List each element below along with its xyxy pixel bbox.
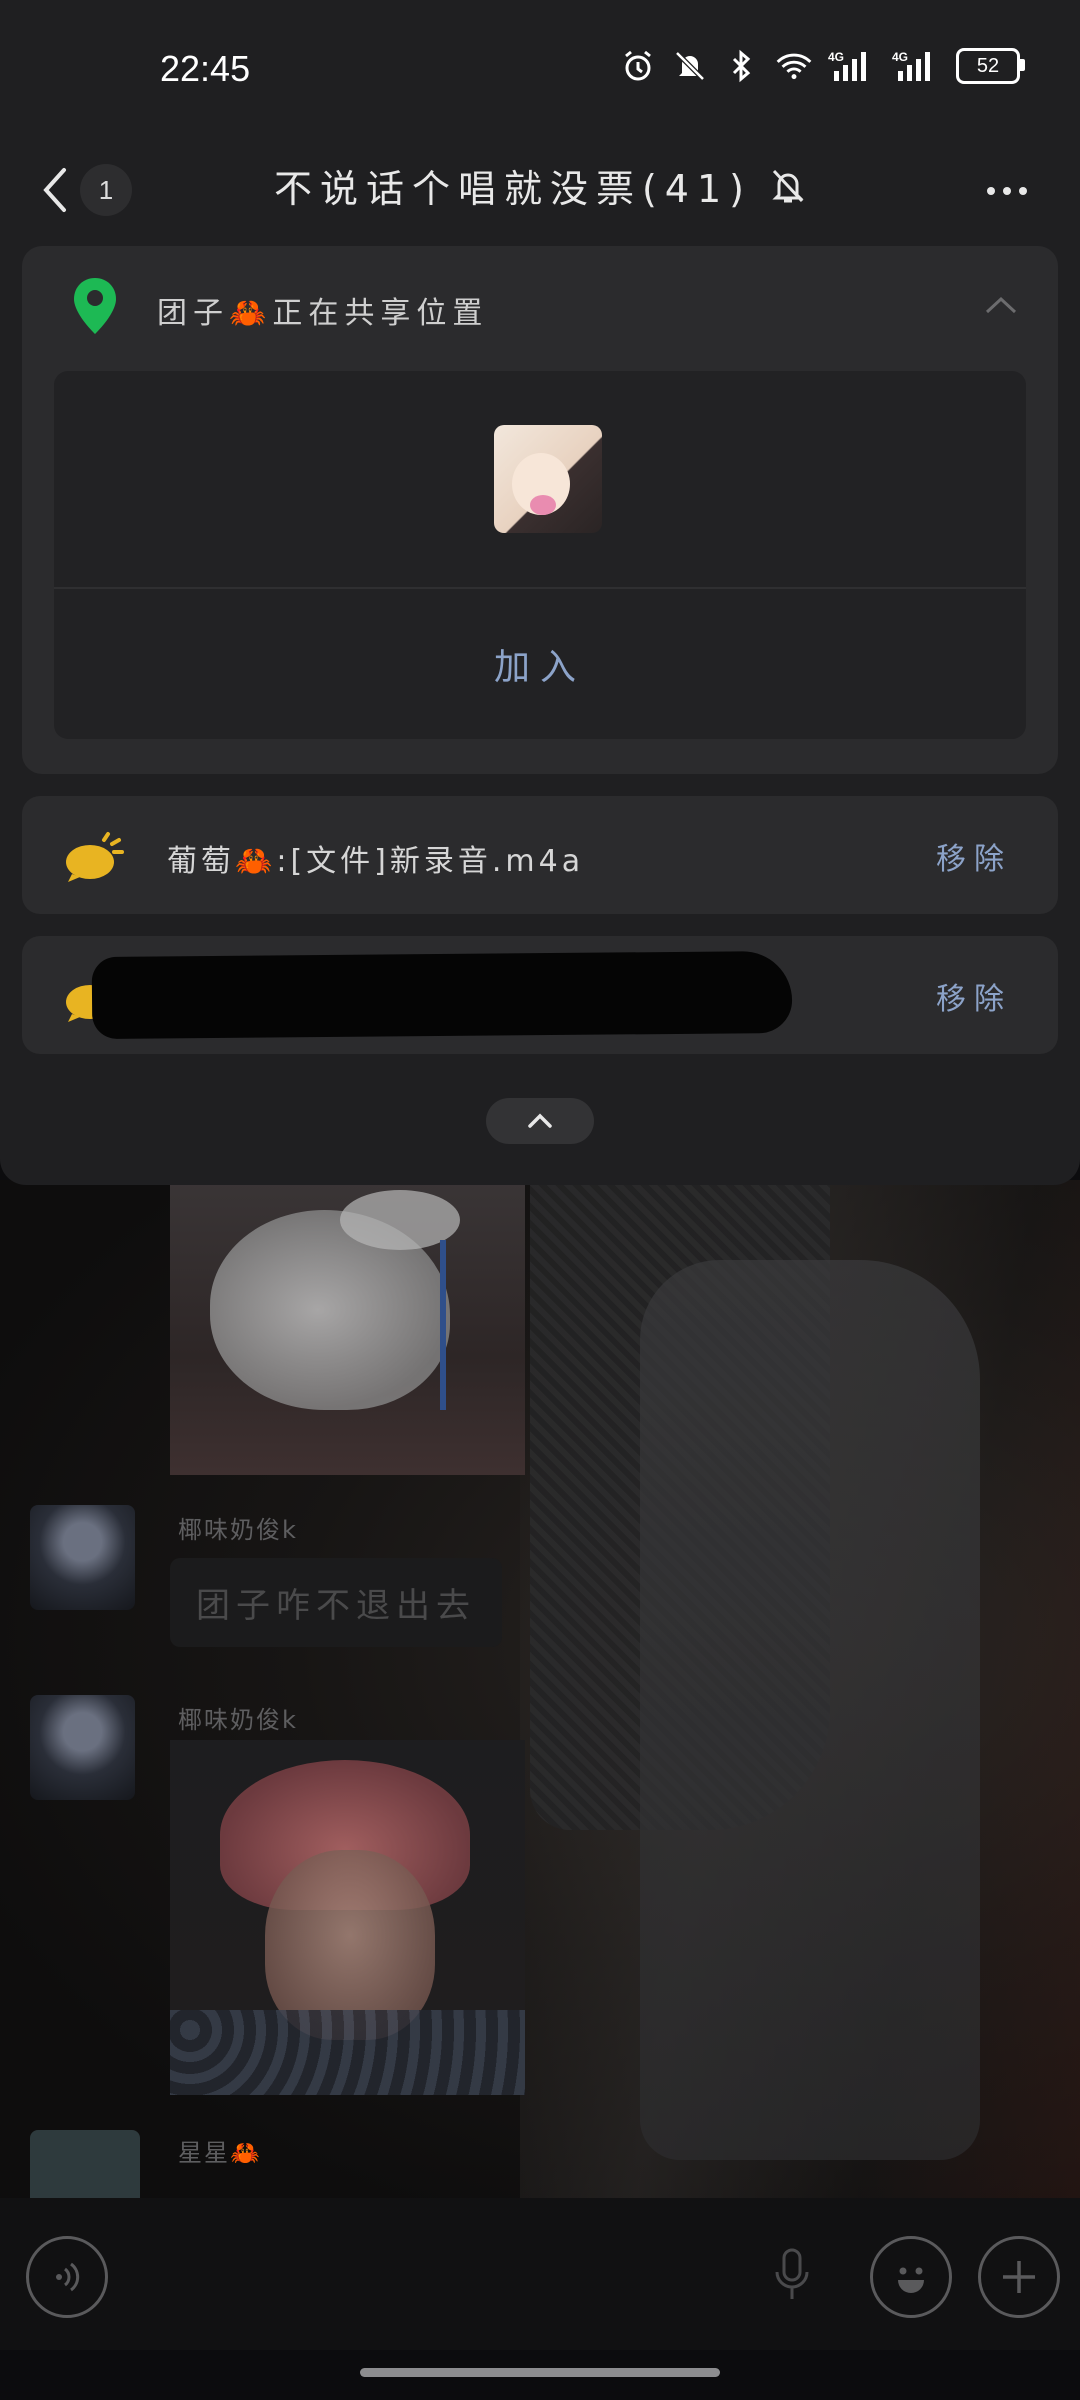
redaction-mark xyxy=(91,950,793,1040)
sender-avatar[interactable] xyxy=(30,2130,140,2200)
image-decoration xyxy=(440,1240,446,1410)
signal-4g-icon: 4G xyxy=(828,48,876,84)
sender-avatar[interactable] xyxy=(30,1505,135,1610)
remove-notice-button[interactable]: 移除 xyxy=(936,834,1012,878)
sender-name: 椰味奶俊k xyxy=(178,1516,298,1544)
chevron-up-icon xyxy=(528,1113,552,1128)
signal-4g-icon: 4G xyxy=(892,48,940,84)
text-message-bubble[interactable]: 团子咋不退出去 xyxy=(170,1558,502,1647)
image-message-rabbit[interactable] xyxy=(170,1180,525,1475)
remove-notice-button[interactable]: 移除 xyxy=(936,974,1012,1018)
location-share-text: 团子🦀正在共享位置 xyxy=(157,296,489,331)
sender-name: 星星🦀 xyxy=(178,2139,262,2167)
notice-text: 葡萄🦀:[文件]新录音.m4a xyxy=(167,844,585,879)
add-more-button[interactable] xyxy=(978,2236,1060,2318)
more-dot xyxy=(1019,187,1027,195)
home-indicator[interactable] xyxy=(360,2368,720,2377)
smiley-icon xyxy=(898,2267,924,2293)
chat-background: 椰味奶俊k 团子咋不退出去 椰味奶俊k 星星🦀 xyxy=(0,1180,1080,2200)
network-label: 4G xyxy=(828,50,844,64)
location-share-body: 加入 xyxy=(54,371,1026,739)
network-label: 4G xyxy=(892,50,908,64)
location-share-card: 团子🦀正在共享位置 加入 xyxy=(22,246,1058,774)
mute-icon xyxy=(672,48,708,84)
bell-off-icon xyxy=(772,169,804,202)
avatar-donut-shape xyxy=(530,495,556,515)
sender-avatar[interactable] xyxy=(30,1695,135,1800)
more-options-button[interactable] xyxy=(972,166,1042,216)
more-dot xyxy=(987,187,995,195)
group-title[interactable]: 不说话个唱就没票(41) xyxy=(274,158,752,213)
bluetooth-icon xyxy=(724,48,760,84)
group-notice-panel: 团子🦀正在共享位置 加入 葡萄🦀:[文件]新录音.m4a 移除 移除 xyxy=(0,240,1080,1185)
location-pin-icon xyxy=(74,278,116,334)
chat-header: 1 不说话个唱就没票(41) xyxy=(0,140,1080,240)
photo-shirt-shape xyxy=(170,2010,525,2095)
alarm-icon xyxy=(620,48,656,84)
status-time: 22:45 xyxy=(160,48,251,89)
microphone-icon[interactable] xyxy=(772,2246,812,2304)
wifi-icon xyxy=(776,48,812,84)
chevron-up-icon[interactable] xyxy=(984,294,1018,316)
notice-bubble-icon xyxy=(66,832,124,882)
wallpaper-shirt xyxy=(640,1260,980,2160)
emoji-button[interactable] xyxy=(870,2236,952,2318)
status-bar: 22:45 4G 4G 52 xyxy=(0,0,1080,140)
more-dot xyxy=(1003,187,1011,195)
notice-item[interactable]: 葡萄🦀:[文件]新录音.m4a 移除 xyxy=(22,796,1058,914)
voice-mode-button[interactable] xyxy=(26,2236,108,2318)
join-location-button[interactable]: 加入 xyxy=(54,589,1026,739)
message-input-bar xyxy=(0,2198,1080,2350)
sharer-avatar[interactable] xyxy=(494,425,602,533)
image-message-photo[interactable] xyxy=(170,1740,525,2095)
sender-name: 椰味奶俊k xyxy=(178,1706,298,1734)
notice-item[interactable]: 移除 xyxy=(22,936,1058,1054)
plus-icon xyxy=(1003,2261,1035,2293)
battery-indicator: 52 xyxy=(956,48,1025,84)
voice-wave-icon xyxy=(56,2262,80,2292)
collapse-panel-button[interactable] xyxy=(486,1098,594,1144)
